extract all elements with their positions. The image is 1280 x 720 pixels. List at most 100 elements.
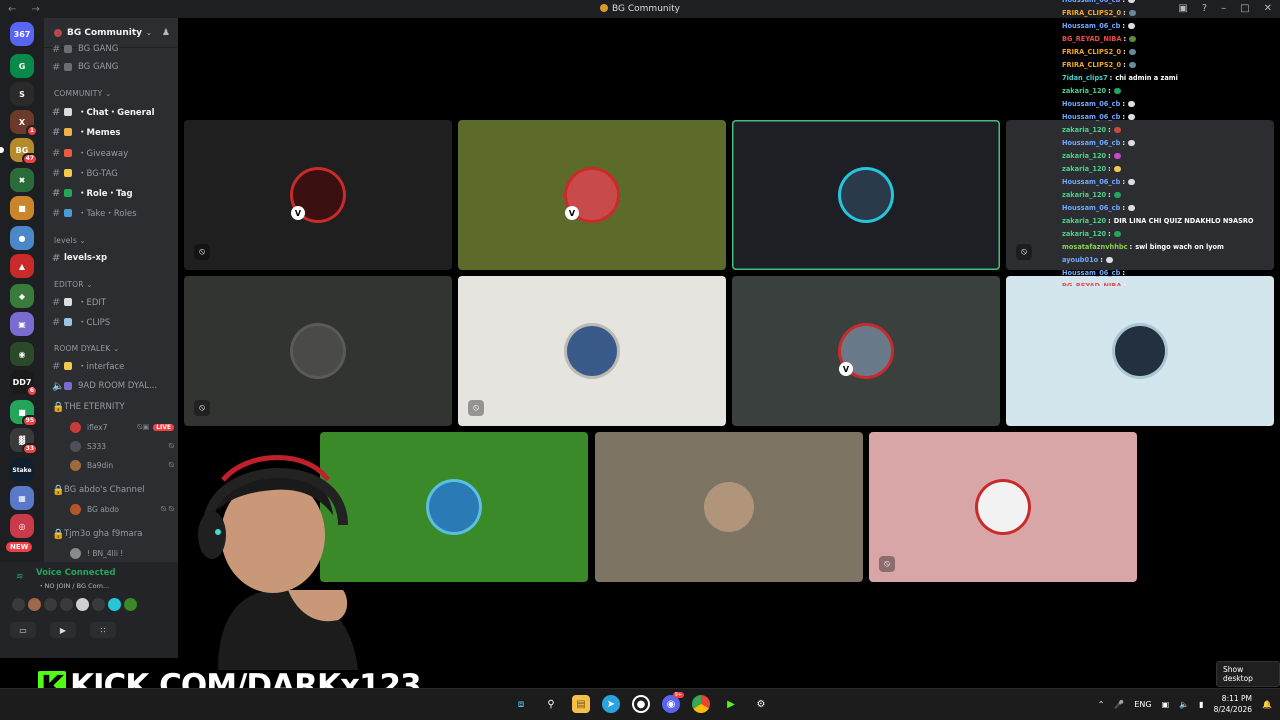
voice-channel-bg-abdo[interactable]: 🔒 BG abdo's Channel (52, 481, 174, 499)
server-icon[interactable]: S (10, 82, 34, 106)
participant-tile[interactable]: ⦸ (184, 276, 452, 426)
platform-badge-icon: V (839, 362, 853, 376)
channel-item[interactable]: # ・Role・Tag (52, 184, 174, 202)
volume-icon[interactable]: 🔈 (1179, 700, 1189, 709)
chat-message: Houssam_06_cb: (1062, 20, 1280, 33)
channel-bg-gang-2[interactable]: # BG GANG (52, 58, 174, 76)
participant-tile[interactable] (732, 120, 1000, 270)
screen-share-button[interactable]: ▶ (50, 622, 76, 638)
settings-icon[interactable]: ⚙ (752, 695, 770, 713)
server-icon[interactable]: X1 (10, 110, 38, 137)
channel-bg-gang-1[interactable]: # BG GANG (52, 40, 174, 58)
voice-member[interactable]: BG abdo ⦰ ⦰ (70, 501, 174, 517)
muted-icon: ⦸ (879, 556, 895, 572)
participant-tile[interactable]: V ⦸ (184, 120, 452, 270)
clock[interactable]: 8:11 PM 8/24/2026 (1214, 693, 1252, 715)
server-icon[interactable]: ■ (10, 196, 34, 220)
battery-icon[interactable]: ▮ (1199, 700, 1203, 709)
windows-start-icon[interactable]: ⧈ (512, 695, 530, 713)
channel-interface[interactable]: # ・interface (52, 357, 174, 375)
voice-member[interactable]: S333 ⦰ (70, 438, 174, 454)
chat-text: chi admin a zami (1115, 74, 1178, 82)
category-room-dyalek[interactable]: ROOM DYALEK ⌄ (54, 344, 119, 353)
channel-item[interactable]: # ・Giveaway (52, 144, 174, 162)
voice-status[interactable]: Voice Connected (36, 568, 116, 578)
telegram-icon[interactable]: ➤ (602, 695, 620, 713)
server-icon[interactable]: ● (10, 226, 34, 250)
voice-channel-9ad-room[interactable]: 🔈 9AD ROOM DYAL... (52, 377, 174, 395)
voice-channel-the-eternity[interactable]: 🔒 THE ETERNITY (52, 398, 174, 416)
hash-icon: # (52, 147, 61, 159)
emote-icon (1127, 0, 1135, 3)
server-icon[interactable]: ◉ (10, 342, 34, 366)
channel-item[interactable]: # ・Chat・General (52, 103, 174, 121)
muted-icon (92, 598, 105, 611)
muted-icon: ⦸ (468, 400, 484, 416)
camera-off-button[interactable]: ▭ (10, 622, 36, 638)
show-desktop-tooltip: Show desktop (1216, 661, 1280, 687)
channel-item[interactable]: # ・Memes (52, 123, 174, 141)
participant-tile[interactable]: V (458, 120, 726, 270)
notifications-icon[interactable]: 🔔 (1262, 700, 1272, 709)
participant-tile[interactable]: ⦸ (458, 276, 726, 426)
participant-tile[interactable] (1006, 276, 1274, 426)
category-community[interactable]: COMMUNITY ⌄ (54, 89, 111, 98)
channel-edit[interactable]: # ・EDIT (52, 293, 174, 311)
chat-username: Houssam_06_cb (1062, 269, 1121, 277)
channel-label: THE ETERNITY (64, 402, 125, 412)
channel-label: ・BG-TAG (78, 169, 118, 179)
server-icon (54, 28, 62, 37)
category-editor[interactable]: EDITOR ⌄ (54, 280, 93, 289)
chat-username: Houssam_06_cb (1062, 139, 1121, 147)
category-levels[interactable]: levels ⌄ (54, 236, 86, 245)
member-name: iflex7 (87, 422, 108, 432)
server-icon[interactable]: BG 47 (0, 138, 38, 165)
voice-member[interactable]: iflex7 ⦰▣ LIVE (70, 419, 174, 435)
signal-icon[interactable]: ≋ (16, 572, 26, 582)
server-icon[interactable]: ▦ (10, 486, 34, 510)
server-icon[interactable]: ◆ (10, 284, 34, 308)
file-explorer-icon[interactable]: ▤ (572, 695, 590, 713)
server-icon[interactable]: ■ 95 (10, 400, 38, 427)
participant-tile[interactable] (595, 432, 863, 582)
language-indicator[interactable]: ENG (1134, 700, 1151, 709)
invite-icon[interactable]: ♟ (162, 28, 170, 38)
server-icon[interactable]: ✖ (10, 168, 34, 192)
network-icon[interactable]: ▣ (1162, 700, 1170, 709)
voice-member[interactable]: Ba9din ⦰ (70, 457, 174, 473)
server-icon[interactable]: DD7 6 (10, 370, 38, 397)
chat-username: Houssam_06_cb (1062, 22, 1121, 30)
voice-channel-name[interactable]: ・NO JOIN / BG Com... (38, 580, 109, 590)
server-icon[interactable]: ▣ (10, 312, 34, 336)
voice-actions: ▭ ▶ ∷ (10, 622, 116, 638)
stream-chat-overlay: Houssam_06_cb: FRIRA_CLIPS2_0: Houssam_06_… (1062, 0, 1280, 286)
kick-app-icon[interactable]: ▶ (722, 695, 740, 713)
server-initials: X (18, 117, 26, 127)
server-icon[interactable]: 367 (10, 22, 34, 46)
participant-tile[interactable]: ⦸ (869, 432, 1137, 582)
channel-clips[interactable]: # ・CLIPS (52, 313, 174, 331)
emote-icon (1127, 101, 1135, 107)
server-icon[interactable]: ▓ 33 (10, 428, 38, 455)
server-icon[interactable]: ◎ (10, 514, 34, 538)
server-icon[interactable]: G (10, 54, 34, 78)
server-icon[interactable]: Stake (10, 458, 34, 482)
chrome-icon[interactable] (692, 695, 710, 713)
voice-member[interactable]: ! BN_4lli ! (70, 545, 174, 561)
channel-levels-xp[interactable]: # levels-xp (52, 249, 174, 267)
channel-item[interactable]: # ・Take・Roles (52, 204, 174, 222)
microphone-icon[interactable]: 🎤 (1114, 700, 1124, 709)
voice-channel-tjm3o[interactable]: 🔒 Tjm3o gha f9mara (52, 525, 174, 543)
channel-item[interactable]: # ・BG-TAG (52, 164, 174, 182)
chevron-up-icon[interactable]: ⌃ (1098, 700, 1105, 709)
chat-separator: : (1122, 204, 1125, 212)
chat-separator: : (1122, 139, 1125, 147)
activities-button[interactable]: ∷ (90, 622, 116, 638)
discord-icon[interactable]: ◉ 9+ (662, 692, 684, 713)
search-icon[interactable]: ⚲ (542, 695, 560, 713)
obs-icon[interactable]: ● (632, 695, 650, 713)
participant-tile[interactable]: V (732, 276, 1000, 426)
chat-separator: : (1108, 217, 1111, 225)
server-icon[interactable]: ▲ (10, 254, 34, 278)
server-initials: S (19, 89, 25, 99)
